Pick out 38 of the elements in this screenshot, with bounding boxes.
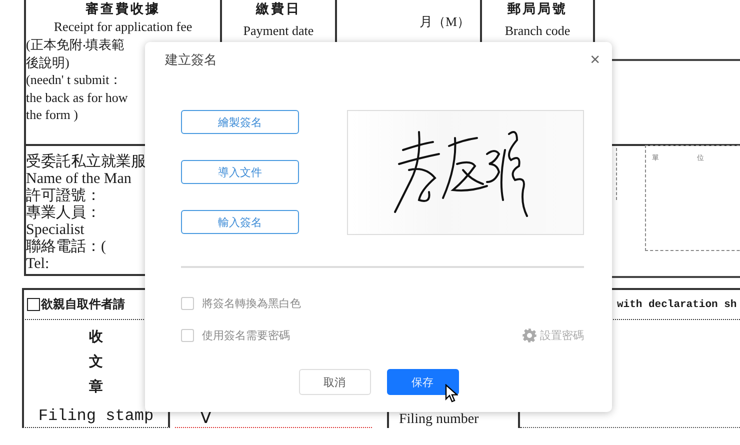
cell-text: Filing stamp bbox=[38, 406, 154, 426]
cell-text: 月（M） bbox=[419, 13, 470, 31]
cell-text: Tel: bbox=[26, 256, 50, 273]
cell-text: 後說明) bbox=[26, 54, 70, 71]
cursor-icon bbox=[445, 384, 458, 403]
checkbox-label: 欲親自取件者請 bbox=[41, 296, 125, 313]
cell-text: Filing number bbox=[399, 412, 479, 428]
cell-subtitle: Branch code bbox=[504, 22, 570, 40]
stamp-char: 章 bbox=[89, 378, 103, 397]
stamp-char: 收 bbox=[89, 328, 103, 347]
dialog-button[interactable]: 保存 bbox=[386, 369, 458, 395]
checkbox[interactable] bbox=[27, 298, 40, 311]
cell-title: 審查費收據 bbox=[86, 0, 160, 18]
dialog-button[interactable]: 取消 bbox=[298, 369, 370, 395]
cell-text: the form ) bbox=[26, 106, 78, 124]
checkbox-label: 將簽名轉換為黑白色 bbox=[202, 296, 301, 310]
declaration-text: with declaration sh bbox=[617, 298, 737, 310]
checkbox-label: 使用簽名需要密碼 bbox=[202, 328, 290, 342]
settings-icon bbox=[522, 328, 537, 342]
cell-text: the back as for how bbox=[26, 88, 128, 106]
cell-title: 郵局局號 bbox=[508, 0, 568, 18]
cell-subtitle: Payment date bbox=[243, 22, 314, 40]
cell-text: (needn' t submit： bbox=[26, 71, 122, 88]
action-button[interactable]: 繪製簽名 bbox=[181, 110, 299, 134]
action-button[interactable]: 導入文件 bbox=[181, 160, 299, 184]
action-button[interactable]: 輸入簽名 bbox=[181, 210, 299, 234]
cell-title: 繳費日 bbox=[256, 0, 301, 18]
close-button[interactable]: × bbox=[588, 51, 602, 69]
cell-text: 聯絡電話：( bbox=[26, 239, 106, 256]
cell-text: Specialist bbox=[26, 222, 84, 238]
cell-text: 專業人員： bbox=[26, 205, 101, 222]
cell-text: Name of the Man bbox=[26, 171, 132, 188]
cell-subtitle: Receipt for application fee bbox=[54, 18, 192, 36]
cell-text: 受委託私立就業服 bbox=[26, 154, 146, 171]
cell-text: 許可證號： bbox=[26, 188, 101, 204]
stamp-char: 文 bbox=[89, 353, 103, 372]
dialog-title: 建立簽名 bbox=[165, 52, 217, 69]
cell-text: (正本免附‧填表範 bbox=[26, 36, 124, 54]
